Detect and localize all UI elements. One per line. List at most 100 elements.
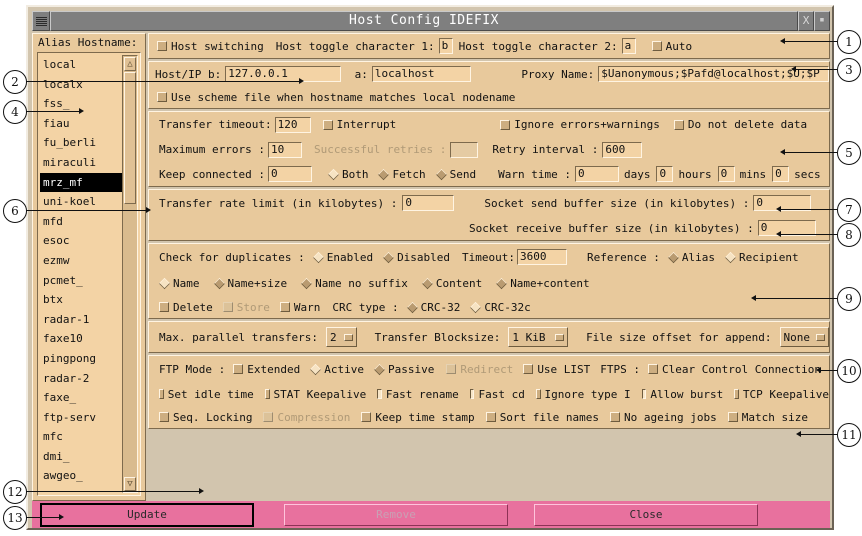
sort-file-names-checkbox[interactable] bbox=[485, 412, 496, 422]
callout-6-arrow bbox=[146, 207, 151, 213]
list-item[interactable]: pingpong bbox=[40, 349, 122, 369]
successful-retries-label: Successful retries : bbox=[313, 143, 447, 156]
duplicate-method-name-size-radio[interactable] bbox=[213, 277, 225, 289]
extended-checkbox[interactable] bbox=[233, 364, 244, 374]
transfer-timeout-input[interactable]: 120 bbox=[274, 116, 311, 133]
host-toggle-1-input[interactable]: b bbox=[438, 38, 453, 54]
ignore-errors-checkbox[interactable] bbox=[500, 119, 511, 130]
duplicates-timeout-input[interactable]: 3600 bbox=[517, 249, 568, 265]
list-item[interactable]: pcmet_ bbox=[40, 271, 122, 291]
duplicate-method-content-radio[interactable] bbox=[421, 277, 433, 289]
duplicates-enabled-radio[interactable] bbox=[312, 251, 324, 263]
list-item[interactable]: uni-koel bbox=[40, 192, 122, 212]
duplicate-method-name-no-suffix-radio[interactable] bbox=[301, 277, 313, 289]
hostip-b-input[interactable]: 127.0.0.1 bbox=[225, 66, 341, 82]
fast-rename-checkbox[interactable] bbox=[377, 389, 382, 399]
list-item[interactable]: local bbox=[40, 55, 122, 75]
keep-mode-both-radio[interactable] bbox=[327, 168, 340, 180]
callout-1-arrow bbox=[780, 38, 785, 44]
chevron-down-icon bbox=[816, 333, 825, 341]
window-menu-icon[interactable] bbox=[32, 11, 50, 31]
scrollbar-thumb[interactable] bbox=[124, 72, 136, 204]
compression-checkbox[interactable] bbox=[263, 412, 274, 422]
warn-time-hours-input[interactable]: 0 bbox=[656, 166, 674, 182]
match-size-checkbox[interactable] bbox=[727, 412, 738, 422]
duplicate-method-name-content-radio[interactable] bbox=[496, 277, 508, 289]
list-item[interactable]: esoc bbox=[40, 231, 122, 251]
ignore-type-i-checkbox[interactable] bbox=[535, 389, 541, 399]
callout-12-line bbox=[25, 491, 200, 492]
list-item[interactable]: radar-2 bbox=[40, 369, 122, 389]
close-button[interactable]: Close bbox=[534, 503, 758, 526]
warn-time-mins-input[interactable]: 0 bbox=[717, 166, 735, 182]
list-item[interactable]: mrz_mf bbox=[40, 172, 122, 193]
list-item[interactable]: localx bbox=[40, 75, 122, 95]
warn-checkbox[interactable] bbox=[279, 302, 290, 312]
list-item[interactable]: ezmw bbox=[40, 251, 122, 271]
reference-alias-radio[interactable] bbox=[667, 251, 679, 263]
keep-mode-fetch-radio[interactable] bbox=[378, 168, 390, 180]
interrupt-checkbox[interactable] bbox=[322, 119, 333, 130]
sidebar-scrollbar[interactable]: △ ▽ bbox=[122, 55, 138, 493]
list-item[interactable]: btx bbox=[40, 290, 122, 310]
redirect-checkbox[interactable] bbox=[446, 364, 457, 374]
crc32-radio[interactable] bbox=[406, 301, 418, 313]
ftp-mode-passive-radio[interactable] bbox=[373, 363, 386, 375]
list-item[interactable]: dmi_ bbox=[40, 447, 122, 467]
keep-mode-send-radio[interactable] bbox=[435, 168, 447, 180]
maximize-icon[interactable]: ▪ bbox=[814, 11, 830, 31]
alias-hostname-list[interactable]: local localx fss_ fiau fu_berli miraculi mrz_m… bbox=[40, 55, 122, 493]
list-item[interactable]: mfd bbox=[40, 212, 122, 232]
list-item[interactable]: fiau bbox=[40, 114, 122, 134]
keep-connected-input[interactable]: 0 bbox=[267, 166, 312, 182]
no-ageing-jobs-checkbox[interactable] bbox=[610, 412, 621, 422]
transfer-rate-limit-input[interactable]: 0 bbox=[402, 195, 455, 211]
transfer-blocksize-select[interactable]: 1 KiB bbox=[508, 327, 569, 347]
update-button[interactable]: Update bbox=[40, 502, 254, 527]
list-item[interactable]: ftp-serv bbox=[40, 408, 122, 428]
warn-time-secs-input[interactable]: 0 bbox=[772, 166, 790, 182]
list-item[interactable]: mfc bbox=[40, 427, 122, 447]
delete-checkbox[interactable] bbox=[159, 302, 169, 312]
warn-time-days-input[interactable]: 0 bbox=[574, 166, 619, 182]
hostip-a-input[interactable]: localhost bbox=[371, 66, 472, 82]
maximum-errors-input[interactable]: 10 bbox=[267, 141, 302, 158]
list-item[interactable]: faxe10 bbox=[40, 329, 122, 349]
set-idle-time-checkbox[interactable] bbox=[159, 389, 164, 399]
seq-locking-checkbox[interactable] bbox=[159, 412, 169, 422]
duplicate-method-label: Name+size bbox=[227, 276, 288, 290]
redirect-label: Redirect bbox=[460, 362, 514, 376]
host-toggle-2-input[interactable]: a bbox=[621, 38, 636, 54]
scroll-down-icon[interactable]: ▽ bbox=[124, 477, 136, 491]
clear-control-connection-checkbox[interactable] bbox=[648, 364, 659, 374]
reference-recipient-radio[interactable] bbox=[724, 251, 737, 263]
ftp-mode-active-radio[interactable] bbox=[310, 363, 322, 375]
alias-hostname-listbox[interactable]: local localx fss_ fiau fu_berli miraculi mrz_m… bbox=[37, 52, 141, 496]
store-checkbox[interactable] bbox=[222, 302, 233, 312]
duplicates-disabled-radio[interactable] bbox=[382, 251, 395, 263]
keep-time-stamp-checkbox[interactable] bbox=[361, 412, 372, 422]
remove-button[interactable]: Remove bbox=[284, 503, 508, 526]
list-item[interactable]: faxe_ bbox=[40, 388, 122, 408]
allow-burst-checkbox[interactable] bbox=[641, 389, 647, 399]
auto-checkbox[interactable] bbox=[651, 41, 662, 51]
host-switching-checkbox[interactable] bbox=[157, 41, 167, 51]
list-item[interactable]: radar-1 bbox=[40, 310, 122, 330]
crc32c-radio[interactable] bbox=[470, 301, 482, 313]
max-parallel-transfers-select[interactable]: 2 bbox=[325, 327, 357, 347]
list-item[interactable]: fu_berli bbox=[40, 133, 122, 153]
use-list-checkbox[interactable] bbox=[523, 364, 534, 374]
do-not-delete-data-checkbox[interactable] bbox=[673, 119, 684, 130]
list-item[interactable]: awgeo_ bbox=[40, 466, 122, 486]
duplicate-method-name-radio[interactable] bbox=[158, 277, 171, 289]
stat-keepalive-checkbox[interactable] bbox=[264, 389, 270, 399]
retry-interval-input[interactable]: 600 bbox=[602, 141, 643, 158]
fast-cd-checkbox[interactable] bbox=[469, 389, 475, 399]
tcp-keepalive-checkbox[interactable] bbox=[734, 389, 739, 399]
file-size-offset-select[interactable]: None bbox=[779, 327, 829, 347]
successful-retries-input[interactable] bbox=[450, 141, 479, 158]
list-item[interactable]: miraculi bbox=[40, 153, 122, 173]
scroll-up-icon[interactable]: △ bbox=[124, 57, 136, 71]
close-icon[interactable]: X bbox=[798, 11, 814, 31]
use-scheme-file-checkbox[interactable] bbox=[157, 92, 167, 102]
